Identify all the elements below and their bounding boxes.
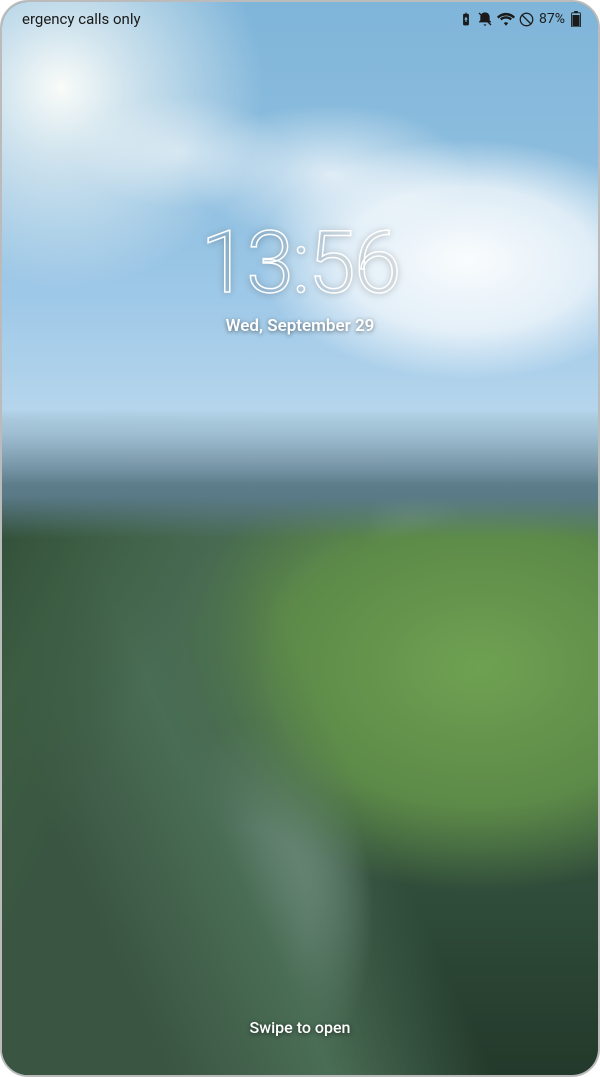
battery-icon: [570, 11, 582, 27]
status-bar: ergency calls only 87%: [2, 2, 598, 36]
status-icons: 87%: [459, 11, 582, 27]
clock-time: 13:56: [2, 220, 598, 306]
do-not-disturb-icon: [519, 12, 534, 27]
clock-widget: 13:56 Wed, September 29: [2, 220, 598, 336]
wifi-icon: [497, 12, 515, 26]
battery-saver-icon: [459, 12, 473, 26]
network-status-text: ergency calls only: [22, 10, 141, 28]
swipe-to-open-hint[interactable]: Swipe to open: [2, 1018, 598, 1037]
mute-icon: [477, 11, 493, 27]
clock-date: Wed, September 29: [2, 316, 598, 336]
lock-screen[interactable]: ergency calls only 87% 13:56 Wed, Septem…: [0, 0, 600, 1077]
battery-percent-text: 87%: [539, 11, 565, 27]
wallpaper: [2, 2, 598, 1075]
